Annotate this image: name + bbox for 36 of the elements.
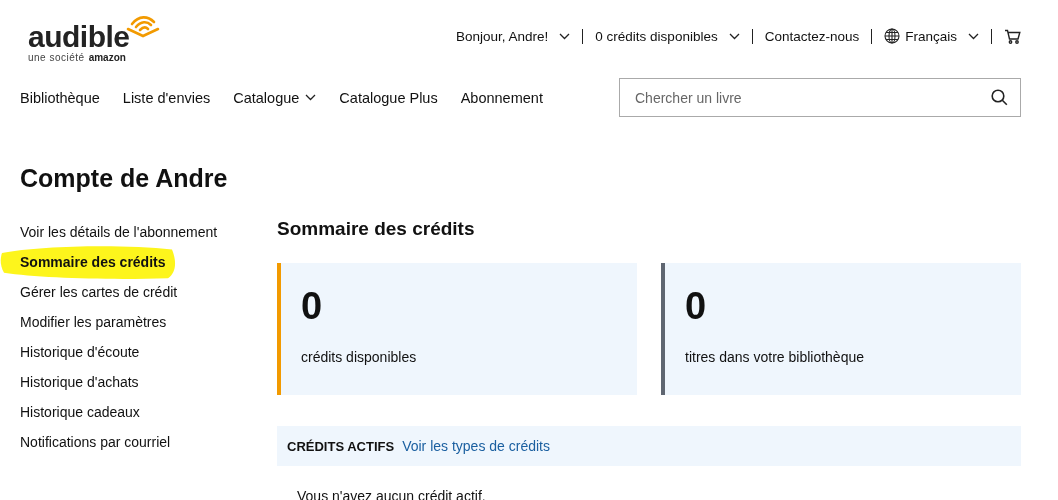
sidebar-item[interactable]: Notifications par courriel (20, 434, 171, 450)
utility-link[interactable]: 0 crédits disponibles (595, 28, 740, 44)
caret-icon (728, 32, 740, 40)
cart-icon (1004, 28, 1021, 44)
caret-icon (305, 94, 317, 101)
utility-link[interactable]: Bonjour, Andre! (456, 28, 571, 44)
stat-label: crédits disponibles (301, 349, 417, 365)
credit-types-link[interactable]: Voir les types de crédits (402, 438, 550, 454)
stat-label: titres dans votre bibliothèque (685, 349, 864, 365)
nav-link[interactable]: Catalogue (233, 89, 317, 106)
search-icon (991, 89, 1008, 106)
caret-icon (968, 32, 979, 40)
sidebar-item[interactable]: Modifier les paramètres (20, 314, 167, 330)
sidebar-item[interactable]: Historique d'écoute (20, 344, 140, 360)
stat-value: 0 (685, 285, 708, 327)
active-credits-heading: CRÉDITS ACTIFS (287, 438, 395, 454)
nav-link[interactable]: Liste d'envies (122, 89, 211, 106)
sidebar-item[interactable]: Historique cadeaux (20, 404, 140, 420)
search-field[interactable]: Chercher un livre (619, 78, 1021, 117)
sidebar-item[interactable]: Gérer les cartes de crédit (20, 284, 178, 300)
logo-wordmark[interactable]: audible (28, 20, 130, 54)
logo-tagline: une société (28, 52, 85, 63)
caret-icon (559, 32, 571, 40)
stat-value: 0 (301, 285, 324, 327)
page-title: Compte de Andre (20, 163, 229, 193)
section-title: Sommaire des crédits (277, 217, 476, 241)
nav-link[interactable]: Catalogue Plus (339, 89, 438, 106)
nav-link[interactable]: Bibliothèque (20, 89, 100, 106)
brand-name: amazon (88, 52, 126, 63)
sidebar-item[interactable]: Historique d'achats (20, 374, 139, 390)
utility-link[interactable]: Français (884, 28, 979, 44)
sidebar-item[interactable]: Voir les détails de l'abonnement (20, 224, 218, 240)
globe-icon (884, 28, 901, 44)
nav-link[interactable]: Abonnement (460, 89, 543, 106)
utility-link[interactable]: Contactez-nous (764, 28, 860, 44)
cart-button[interactable] (1004, 28, 1021, 44)
